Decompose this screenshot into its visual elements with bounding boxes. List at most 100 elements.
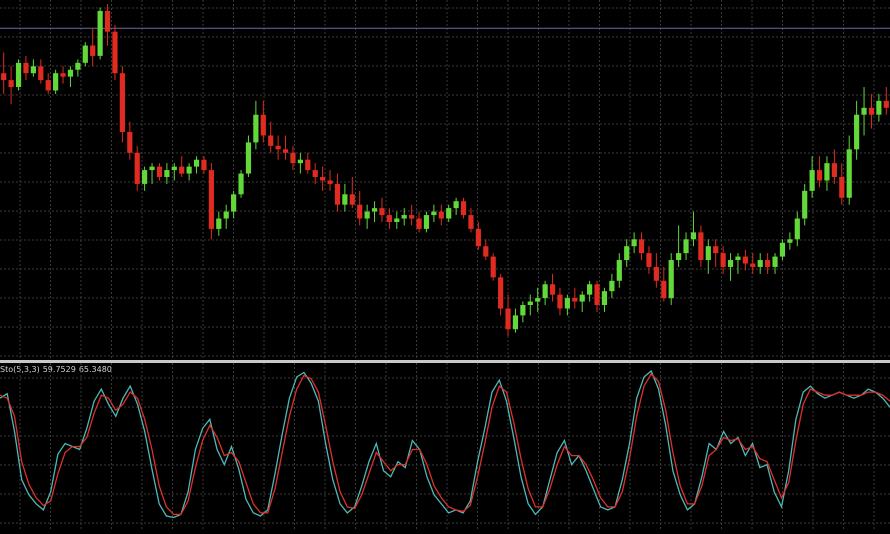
candle-body — [638, 239, 645, 254]
candle-body — [683, 239, 689, 254]
bearish-candle — [661, 266, 667, 302]
candle-body — [97, 10, 103, 56]
bullish-candle — [193, 156, 200, 174]
candle-body — [67, 69, 74, 77]
candle-body — [104, 10, 111, 32]
candle-body — [868, 107, 875, 115]
bullish-candle — [253, 100, 259, 150]
candle-body — [705, 246, 711, 261]
candle-body — [787, 239, 793, 243]
bullish-candle — [542, 280, 548, 306]
bullish-candle — [364, 204, 370, 229]
bearish-candle — [119, 66, 125, 143]
bullish-candle — [97, 7, 103, 60]
candle-body — [364, 211, 370, 219]
candle-body — [757, 260, 763, 267]
bearish-candle — [653, 253, 659, 288]
candle-body — [765, 260, 771, 267]
bullish-candle — [861, 87, 867, 136]
bullish-candle — [446, 204, 452, 222]
candle-body — [883, 100, 889, 108]
candle-body — [1, 73, 7, 81]
candle-body — [327, 180, 333, 184]
stochastic-pane[interactable] — [0, 363, 890, 530]
candle-body — [446, 208, 452, 219]
bullish-candle — [453, 197, 459, 216]
candle-body — [423, 215, 430, 229]
bullish-candle — [423, 211, 430, 233]
bearish-candle — [646, 246, 652, 274]
bullish-candle — [676, 225, 682, 267]
candle-body — [349, 194, 355, 205]
bearish-candle — [831, 149, 837, 184]
candle-body — [839, 177, 845, 198]
candle-body — [305, 159, 311, 171]
candle-body — [379, 208, 385, 216]
stochastic-grid — [0, 363, 890, 530]
candle-body — [505, 308, 511, 330]
bullish-candle — [616, 253, 622, 288]
bearish-candle — [483, 239, 489, 261]
bearish-candle — [883, 87, 889, 115]
bullish-candle — [15, 59, 22, 91]
candle-body — [483, 246, 489, 257]
bullish-candle — [802, 183, 808, 226]
candle-body — [156, 166, 163, 177]
bearish-candle — [349, 177, 355, 209]
bullish-candle — [772, 253, 778, 274]
bearish-candle — [1, 52, 7, 94]
candle-body — [512, 315, 519, 330]
candle-body — [30, 66, 36, 74]
price-chart[interactable] — [0, 0, 890, 360]
bearish-candle — [260, 100, 266, 143]
candle-body — [527, 301, 533, 306]
bearish-candle — [208, 163, 214, 240]
bearish-candle — [386, 208, 392, 229]
bullish-candle — [164, 163, 170, 184]
candle-body — [23, 62, 29, 74]
candle-body — [282, 149, 289, 153]
candle-body — [631, 239, 637, 247]
candle-body — [201, 159, 207, 171]
candle-body — [193, 159, 200, 167]
candle-body — [45, 80, 51, 91]
candle-body — [772, 256, 778, 267]
candle-body — [854, 114, 860, 150]
bearish-candle — [438, 204, 444, 226]
bearish-candle — [134, 145, 140, 191]
bullish-candle — [216, 211, 222, 236]
bullish-candle — [735, 253, 741, 274]
bullish-candle — [587, 280, 593, 302]
stochastic-signal-line — [0, 372, 890, 516]
bearish-candle — [594, 280, 600, 312]
candle-body — [142, 170, 148, 184]
bearish-candle — [179, 156, 185, 177]
bullish-candle — [394, 211, 400, 229]
candle-body — [275, 145, 281, 150]
candle-body — [53, 73, 59, 91]
bullish-candle — [520, 301, 526, 323]
bullish-candle — [297, 152, 303, 174]
bullish-candle — [512, 308, 519, 333]
bullish-candle — [401, 208, 407, 226]
bearish-candle — [416, 211, 422, 233]
bearish-candle — [127, 121, 133, 160]
bearish-candle — [468, 208, 474, 233]
candle-body — [75, 62, 81, 70]
candle-body — [475, 228, 481, 247]
bearish-candle — [60, 66, 66, 84]
candles — [1, 4, 889, 337]
candle-body — [320, 177, 326, 181]
bullish-candle — [238, 170, 244, 198]
candle-body — [453, 201, 459, 209]
bearish-candle — [713, 239, 719, 267]
candle-body — [498, 277, 504, 309]
bullish-candle — [75, 59, 81, 77]
bullish-candle — [431, 204, 437, 222]
candle-body — [253, 114, 259, 143]
bearish-candle — [475, 221, 481, 250]
candle-body — [186, 166, 192, 174]
bullish-candle — [579, 291, 585, 312]
candle-body — [260, 114, 266, 136]
candle-body — [312, 170, 318, 177]
